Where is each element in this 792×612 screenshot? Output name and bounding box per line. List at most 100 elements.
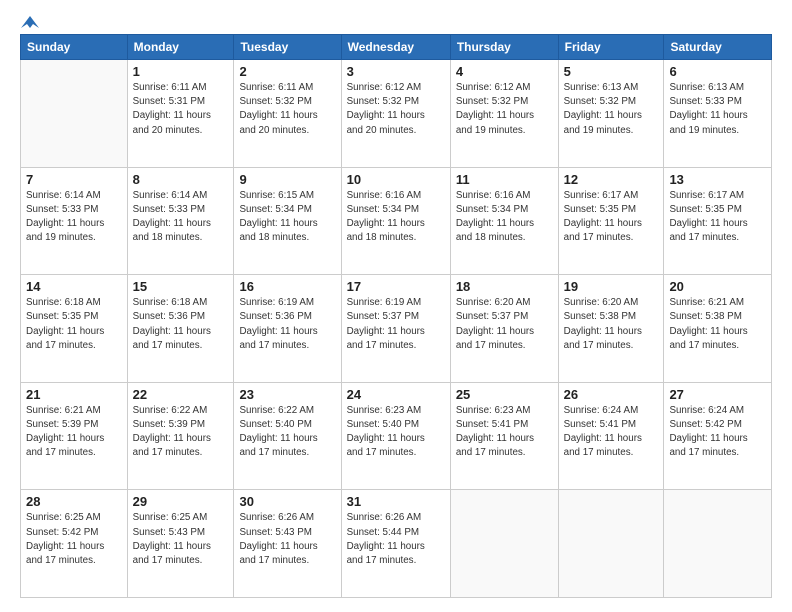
day-number: 17 (347, 279, 445, 294)
day-info: Sunrise: 6:15 AM Sunset: 5:34 PM Dayligh… (239, 189, 335, 246)
day-info: Sunrise: 6:19 AM Sunset: 5:36 PM Dayligh… (239, 296, 335, 353)
weekday-header: Friday (558, 35, 664, 60)
day-number: 16 (239, 279, 335, 294)
day-number: 18 (456, 279, 553, 294)
calendar-day-cell: 29 Sunrise: 6:25 AM Sunset: 5:43 PM Dayli… (127, 490, 234, 598)
calendar-day-cell: 22Sunrise: 6:22 AM Sunset: 5:39 PM Dayli… (127, 382, 234, 490)
day-number: 14 (26, 279, 122, 294)
calendar-day-cell: 24 Sunrise: 6:23 AM Sunset: 5:40 PM Dayli… (341, 382, 450, 490)
day-number: 10 (347, 172, 445, 187)
calendar-day-cell: 20Sunrise: 6:21 AM Sunset: 5:38 PM Dayli… (664, 275, 772, 383)
day-info: Sunrise: 6:20 AM Sunset: 5:37 PM Dayligh… (456, 296, 553, 353)
day-info: Sunrise: 6:20 AM Sunset: 5:38 PM Dayligh… (564, 296, 659, 353)
calendar-day-cell: 19 Sunrise: 6:20 AM Sunset: 5:38 PM Dayli… (558, 275, 664, 383)
day-number: 9 (239, 172, 335, 187)
day-info: Sunrise: 6:11 AM Sunset: 5:31 PM Dayligh… (133, 81, 229, 138)
calendar-day-cell: 4Sunrise: 6:12 AM Sunset: 5:32 PM Daylig… (450, 60, 558, 168)
weekday-header: Wednesday (341, 35, 450, 60)
calendar-table: SundayMondayTuesdayWednesdayThursdayFrid… (20, 34, 772, 598)
calendar-day-cell: 1 Sunrise: 6:11 AM Sunset: 5:31 PM Daylig… (127, 60, 234, 168)
calendar-day-cell: 23 Sunrise: 6:22 AM Sunset: 5:40 PM Dayli… (234, 382, 341, 490)
day-info: Sunrise: 6:22 AM Sunset: 5:40 PM Dayligh… (239, 404, 335, 461)
day-info: Sunrise: 6:25 AM Sunset: 5:42 PM Dayligh… (26, 511, 122, 568)
day-info: Sunrise: 6:11 AM Sunset: 5:32 PM Dayligh… (239, 81, 335, 138)
calendar-day-cell: 2 Sunrise: 6:11 AM Sunset: 5:32 PM Daylig… (234, 60, 341, 168)
day-number: 19 (564, 279, 659, 294)
day-number: 26 (564, 387, 659, 402)
calendar-day-cell: 21 Sunrise: 6:21 AM Sunset: 5:39 PM Dayli… (21, 382, 128, 490)
weekday-header: Tuesday (234, 35, 341, 60)
day-info: Sunrise: 6:16 AM Sunset: 5:34 PM Dayligh… (347, 189, 445, 246)
calendar-day-cell: 26 Sunrise: 6:24 AM Sunset: 5:41 PM Dayli… (558, 382, 664, 490)
weekday-header: Saturday (664, 35, 772, 60)
day-info: Sunrise: 6:12 AM Sunset: 5:32 PM Dayligh… (347, 81, 445, 138)
day-number: 13 (669, 172, 766, 187)
calendar-day-cell: 9 Sunrise: 6:15 AM Sunset: 5:34 PM Daylig… (234, 167, 341, 275)
calendar-day-cell (558, 490, 664, 598)
day-number: 15 (133, 279, 229, 294)
calendar-week-row: 28Sunrise: 6:25 AM Sunset: 5:42 PM Dayli… (21, 490, 772, 598)
page: SundayMondayTuesdayWednesdayThursdayFrid… (0, 0, 792, 612)
calendar-day-cell: 31 Sunrise: 6:26 AM Sunset: 5:44 PM Dayli… (341, 490, 450, 598)
day-number: 5 (564, 64, 659, 79)
day-number: 27 (669, 387, 766, 402)
day-info: Sunrise: 6:21 AM Sunset: 5:39 PM Dayligh… (26, 404, 122, 461)
day-info: Sunrise: 6:18 AM Sunset: 5:35 PM Dayligh… (26, 296, 122, 353)
day-number: 24 (347, 387, 445, 402)
day-info: Sunrise: 6:23 AM Sunset: 5:40 PM Dayligh… (347, 404, 445, 461)
calendar-day-cell: 12Sunrise: 6:17 AM Sunset: 5:35 PM Dayli… (558, 167, 664, 275)
calendar-day-cell: 28Sunrise: 6:25 AM Sunset: 5:42 PM Dayli… (21, 490, 128, 598)
calendar-day-cell: 10 Sunrise: 6:16 AM Sunset: 5:34 PM Dayli… (341, 167, 450, 275)
day-info: Sunrise: 6:13 AM Sunset: 5:33 PM Dayligh… (669, 81, 766, 138)
day-info: Sunrise: 6:26 AM Sunset: 5:43 PM Dayligh… (239, 511, 335, 568)
calendar-day-cell: 17Sunrise: 6:19 AM Sunset: 5:37 PM Dayli… (341, 275, 450, 383)
calendar-day-cell: 5 Sunrise: 6:13 AM Sunset: 5:32 PM Daylig… (558, 60, 664, 168)
day-info: Sunrise: 6:18 AM Sunset: 5:36 PM Dayligh… (133, 296, 229, 353)
calendar-week-row: 7 Sunrise: 6:14 AM Sunset: 5:33 PM Daylig… (21, 167, 772, 275)
day-info: Sunrise: 6:24 AM Sunset: 5:42 PM Dayligh… (669, 404, 766, 461)
day-info: Sunrise: 6:26 AM Sunset: 5:44 PM Dayligh… (347, 511, 445, 568)
calendar-week-row: 1 Sunrise: 6:11 AM Sunset: 5:31 PM Daylig… (21, 60, 772, 168)
day-number: 22 (133, 387, 229, 402)
day-info: Sunrise: 6:24 AM Sunset: 5:41 PM Dayligh… (564, 404, 659, 461)
day-info: Sunrise: 6:12 AM Sunset: 5:32 PM Dayligh… (456, 81, 553, 138)
day-number: 8 (133, 172, 229, 187)
header (20, 18, 772, 28)
day-info: Sunrise: 6:14 AM Sunset: 5:33 PM Dayligh… (26, 189, 122, 246)
day-info: Sunrise: 6:25 AM Sunset: 5:43 PM Dayligh… (133, 511, 229, 568)
calendar-header-row: SundayMondayTuesdayWednesdayThursdayFrid… (21, 35, 772, 60)
calendar-day-cell: 27 Sunrise: 6:24 AM Sunset: 5:42 PM Dayli… (664, 382, 772, 490)
weekday-header: Sunday (21, 35, 128, 60)
calendar-day-cell (450, 490, 558, 598)
calendar-day-cell (21, 60, 128, 168)
day-info: Sunrise: 6:13 AM Sunset: 5:32 PM Dayligh… (564, 81, 659, 138)
calendar-day-cell: 25Sunrise: 6:23 AM Sunset: 5:41 PM Dayli… (450, 382, 558, 490)
day-number: 30 (239, 494, 335, 509)
calendar-day-cell: 3Sunrise: 6:12 AM Sunset: 5:32 PM Daylig… (341, 60, 450, 168)
calendar-day-cell (664, 490, 772, 598)
day-number: 21 (26, 387, 122, 402)
day-number: 1 (133, 64, 229, 79)
day-number: 25 (456, 387, 553, 402)
logo-bird-icon (21, 14, 39, 32)
weekday-header: Monday (127, 35, 234, 60)
day-number: 2 (239, 64, 335, 79)
day-number: 29 (133, 494, 229, 509)
weekday-header: Thursday (450, 35, 558, 60)
calendar-day-cell: 14 Sunrise: 6:18 AM Sunset: 5:35 PM Dayli… (21, 275, 128, 383)
day-number: 31 (347, 494, 445, 509)
calendar-week-row: 14 Sunrise: 6:18 AM Sunset: 5:35 PM Dayli… (21, 275, 772, 383)
calendar-week-row: 21 Sunrise: 6:21 AM Sunset: 5:39 PM Dayli… (21, 382, 772, 490)
calendar-day-cell: 16 Sunrise: 6:19 AM Sunset: 5:36 PM Dayli… (234, 275, 341, 383)
day-number: 6 (669, 64, 766, 79)
day-number: 11 (456, 172, 553, 187)
calendar-day-cell: 11Sunrise: 6:16 AM Sunset: 5:34 PM Dayli… (450, 167, 558, 275)
calendar-day-cell: 30 Sunrise: 6:26 AM Sunset: 5:43 PM Dayli… (234, 490, 341, 598)
logo (20, 18, 39, 28)
calendar-day-cell: 7 Sunrise: 6:14 AM Sunset: 5:33 PM Daylig… (21, 167, 128, 275)
day-number: 7 (26, 172, 122, 187)
calendar-day-cell: 13Sunrise: 6:17 AM Sunset: 5:35 PM Dayli… (664, 167, 772, 275)
calendar-day-cell: 15 Sunrise: 6:18 AM Sunset: 5:36 PM Dayli… (127, 275, 234, 383)
day-number: 20 (669, 279, 766, 294)
day-number: 23 (239, 387, 335, 402)
